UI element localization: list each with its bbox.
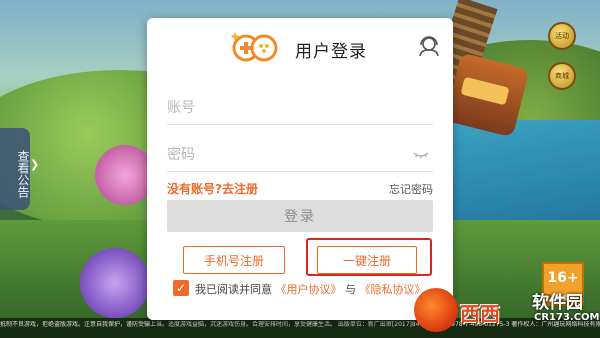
flower	[80, 248, 150, 318]
gamepad-logo-icon	[231, 32, 278, 62]
customer-service-icon[interactable]	[417, 34, 441, 58]
watermark-sub: 软件园	[532, 293, 583, 313]
password-field	[167, 141, 433, 172]
agreement-text: 我已阅读并同意 《用户协议》 与 《隐私协议》	[195, 281, 426, 297]
agreement-checkbox[interactable]: ✓	[173, 280, 189, 296]
login-dialog: 用户登录 没有账号?去注册 忘记密码 登录 手机号注册 一键注册 ✓ 我已阅读并…	[147, 18, 453, 320]
forgot-password-link[interactable]: 忘记密码	[389, 181, 433, 197]
watermark-domain: CR173.COM	[534, 312, 600, 323]
account-input[interactable]	[167, 94, 397, 122]
chevron-right-icon[interactable]: ❯	[30, 158, 40, 178]
flower	[95, 145, 155, 205]
event-icon[interactable]: 活动	[548, 22, 576, 50]
announcement-tab[interactable]: 查看公告	[0, 128, 30, 210]
login-button[interactable]: 登录	[167, 200, 433, 232]
agreement-and: 与	[345, 283, 356, 296]
user-agreement-link[interactable]: 《用户协议》	[276, 283, 342, 296]
phone-register-button[interactable]: 手机号注册	[183, 246, 285, 274]
site-watermark: 西西 软件园 CR173.COM	[414, 282, 600, 338]
watermark-logo-icon	[414, 288, 458, 332]
password-input[interactable]	[167, 141, 397, 169]
watermark-name: 西西	[460, 302, 500, 326]
register-link[interactable]: 没有账号?去注册	[167, 180, 258, 197]
eye-hidden-icon[interactable]	[413, 149, 429, 161]
account-field	[167, 94, 433, 125]
quick-register-button[interactable]: 一键注册	[317, 246, 417, 274]
dialog-title: 用户登录	[295, 42, 367, 62]
agreement-prefix: 我已阅读并同意	[195, 283, 272, 296]
shop-icon[interactable]: 商城	[548, 62, 576, 90]
